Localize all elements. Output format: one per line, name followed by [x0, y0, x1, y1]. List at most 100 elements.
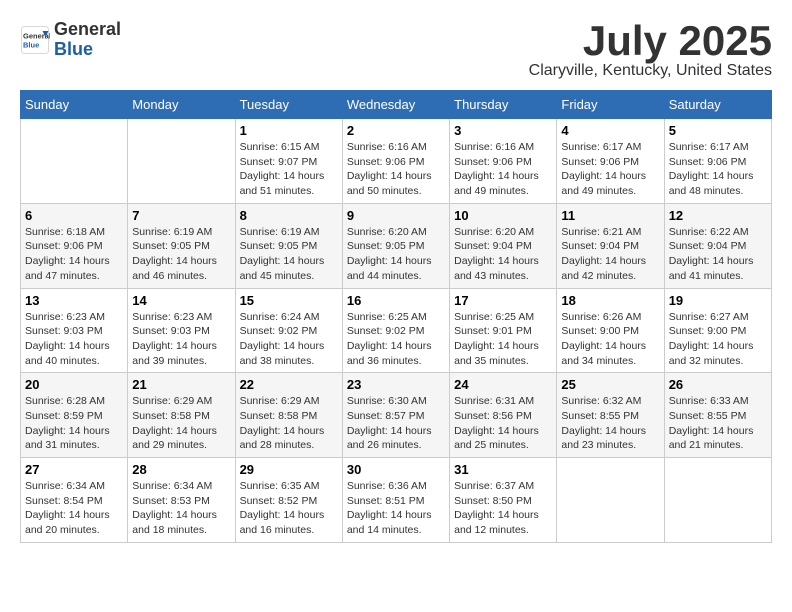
day-number: 14 [132, 293, 230, 308]
logo-general-text: General [54, 20, 121, 40]
page-header: General Blue General Blue July 2025 Clar… [20, 20, 772, 80]
cell-content: Sunrise: 6:35 AMSunset: 8:52 PMDaylight:… [240, 479, 338, 538]
day-number: 16 [347, 293, 445, 308]
calendar-cell: 2Sunrise: 6:16 AMSunset: 9:06 PMDaylight… [342, 119, 449, 204]
cell-content: Sunrise: 6:17 AMSunset: 9:06 PMDaylight:… [669, 140, 767, 199]
calendar-cell [128, 119, 235, 204]
calendar-cell [557, 458, 664, 543]
calendar-cell: 30 Sunrise: 6:36 AMSunset: 8:51 PMDayligh… [342, 458, 449, 543]
cell-content: Sunrise: 6:28 AMSunset: 8:59 PMDaylight:… [25, 394, 123, 453]
day-number: 11 [561, 208, 659, 223]
day-number: 19 [669, 293, 767, 308]
day-number: 5 [669, 123, 767, 138]
calendar-header-row: SundayMondayTuesdayWednesdayThursdayFrid… [21, 91, 772, 119]
cell-content: Sunrise: 6:22 AMSunset: 9:04 PMDaylight:… [669, 225, 767, 284]
cell-content: Sunrise: 6:27 AMSunset: 9:00 PMDaylight:… [669, 310, 767, 369]
calendar-day-header: Sunday [21, 91, 128, 119]
day-number: 15 [240, 293, 338, 308]
calendar-week-row: 20 Sunrise: 6:28 AMSunset: 8:59 PMDayligh… [21, 373, 772, 458]
calendar-week-row: 6Sunrise: 6:18 AMSunset: 9:06 PMDaylight… [21, 203, 772, 288]
day-number: 7 [132, 208, 230, 223]
day-number: 27 [25, 462, 123, 477]
location: Claryville, Kentucky, United States [529, 62, 772, 80]
day-number: 28 [132, 462, 230, 477]
cell-content: Sunrise: 6:19 AMSunset: 9:05 PMDaylight:… [240, 225, 338, 284]
day-number: 13 [25, 293, 123, 308]
day-number: 9 [347, 208, 445, 223]
day-number: 1 [240, 123, 338, 138]
calendar-cell: 27 Sunrise: 6:34 AMSunset: 8:54 PMDayligh… [21, 458, 128, 543]
calendar-day-header: Saturday [664, 91, 771, 119]
day-number: 20 [25, 377, 123, 392]
calendar-cell: 18 Sunrise: 6:26 AMSunset: 9:00 PMDayligh… [557, 288, 664, 373]
day-number: 2 [347, 123, 445, 138]
logo: General Blue General Blue [20, 20, 121, 60]
calendar-week-row: 13Sunrise: 6:23 AMSunset: 9:03 PMDayligh… [21, 288, 772, 373]
calendar-day-header: Tuesday [235, 91, 342, 119]
cell-content: Sunrise: 6:25 AMSunset: 9:02 PMDaylight:… [347, 310, 445, 369]
calendar-cell: 4 Sunrise: 6:17 AMSunset: 9:06 PMDaylight… [557, 119, 664, 204]
calendar-cell [664, 458, 771, 543]
day-number: 17 [454, 293, 552, 308]
calendar-cell: 29Sunrise: 6:35 AMSunset: 8:52 PMDayligh… [235, 458, 342, 543]
calendar-day-header: Thursday [450, 91, 557, 119]
calendar-cell: 8 Sunrise: 6:19 AMSunset: 9:05 PMDaylight… [235, 203, 342, 288]
cell-content: Sunrise: 6:29 AMSunset: 8:58 PMDaylight:… [132, 394, 230, 453]
month-title: July 2025 [529, 20, 772, 62]
calendar-cell: 25 Sunrise: 6:32 AMSunset: 8:55 PMDayligh… [557, 373, 664, 458]
day-number: 8 [240, 208, 338, 223]
calendar-week-row: 1 Sunrise: 6:15 AMSunset: 9:07 PMDaylight… [21, 119, 772, 204]
calendar-table: SundayMondayTuesdayWednesdayThursdayFrid… [20, 90, 772, 543]
calendar-cell: 13Sunrise: 6:23 AMSunset: 9:03 PMDayligh… [21, 288, 128, 373]
calendar-day-header: Wednesday [342, 91, 449, 119]
calendar-day-header: Friday [557, 91, 664, 119]
calendar-cell [21, 119, 128, 204]
day-number: 21 [132, 377, 230, 392]
calendar-cell: 17 Sunrise: 6:25 AMSunset: 9:01 PMDayligh… [450, 288, 557, 373]
calendar-cell: 5 Sunrise: 6:17 AMSunset: 9:06 PMDaylight… [664, 119, 771, 204]
day-number: 18 [561, 293, 659, 308]
cell-content: Sunrise: 6:26 AMSunset: 9:00 PMDaylight:… [561, 310, 659, 369]
cell-content: Sunrise: 6:19 AMSunset: 9:05 PMDaylight:… [132, 225, 230, 284]
cell-content: Sunrise: 6:24 AMSunset: 9:02 PMDaylight:… [240, 310, 338, 369]
calendar-cell: 15 Sunrise: 6:24 AMSunset: 9:02 PMDayligh… [235, 288, 342, 373]
cell-content: Sunrise: 6:16 AMSunset: 9:06 PMDaylight:… [454, 140, 552, 199]
calendar-cell: 23Sunrise: 6:30 AMSunset: 8:57 PMDayligh… [342, 373, 449, 458]
calendar-cell: 7 Sunrise: 6:19 AMSunset: 9:05 PMDaylight… [128, 203, 235, 288]
svg-text:Blue: Blue [23, 40, 39, 49]
calendar-day-header: Monday [128, 91, 235, 119]
cell-content: Sunrise: 6:15 AMSunset: 9:07 PMDaylight:… [240, 140, 338, 199]
logo-icon: General Blue [20, 25, 50, 55]
cell-content: Sunrise: 6:17 AMSunset: 9:06 PMDaylight:… [561, 140, 659, 199]
calendar-cell: 1 Sunrise: 6:15 AMSunset: 9:07 PMDaylight… [235, 119, 342, 204]
cell-content: Sunrise: 6:37 AMSunset: 8:50 PMDaylight:… [454, 479, 552, 538]
day-number: 10 [454, 208, 552, 223]
cell-content: Sunrise: 6:20 AMSunset: 9:05 PMDaylight:… [347, 225, 445, 284]
calendar-cell: 31 Sunrise: 6:37 AMSunset: 8:50 PMDayligh… [450, 458, 557, 543]
day-number: 31 [454, 462, 552, 477]
cell-content: Sunrise: 6:30 AMSunset: 8:57 PMDaylight:… [347, 394, 445, 453]
calendar-cell: 3 Sunrise: 6:16 AMSunset: 9:06 PMDaylight… [450, 119, 557, 204]
cell-content: Sunrise: 6:18 AMSunset: 9:06 PMDaylight:… [25, 225, 123, 284]
calendar-cell: 14Sunrise: 6:23 AMSunset: 9:03 PMDayligh… [128, 288, 235, 373]
logo-blue-text: Blue [54, 40, 121, 60]
cell-content: Sunrise: 6:21 AMSunset: 9:04 PMDaylight:… [561, 225, 659, 284]
day-number: 12 [669, 208, 767, 223]
cell-content: Sunrise: 6:25 AMSunset: 9:01 PMDaylight:… [454, 310, 552, 369]
title-block: July 2025 Claryville, Kentucky, United S… [529, 20, 772, 80]
cell-content: Sunrise: 6:34 AMSunset: 8:54 PMDaylight:… [25, 479, 123, 538]
cell-content: Sunrise: 6:36 AMSunset: 8:51 PMDaylight:… [347, 479, 445, 538]
day-number: 3 [454, 123, 552, 138]
calendar-cell: 6Sunrise: 6:18 AMSunset: 9:06 PMDaylight… [21, 203, 128, 288]
calendar-cell: 12 Sunrise: 6:22 AMSunset: 9:04 PMDayligh… [664, 203, 771, 288]
cell-content: Sunrise: 6:32 AMSunset: 8:55 PMDaylight:… [561, 394, 659, 453]
day-number: 22 [240, 377, 338, 392]
day-number: 4 [561, 123, 659, 138]
cell-content: Sunrise: 6:34 AMSunset: 8:53 PMDaylight:… [132, 479, 230, 538]
calendar-cell: 19 Sunrise: 6:27 AMSunset: 9:00 PMDayligh… [664, 288, 771, 373]
calendar-cell: 9 Sunrise: 6:20 AMSunset: 9:05 PMDaylight… [342, 203, 449, 288]
day-number: 30 [347, 462, 445, 477]
calendar-cell: 10Sunrise: 6:20 AMSunset: 9:04 PMDayligh… [450, 203, 557, 288]
day-number: 25 [561, 377, 659, 392]
cell-content: Sunrise: 6:29 AMSunset: 8:58 PMDaylight:… [240, 394, 338, 453]
